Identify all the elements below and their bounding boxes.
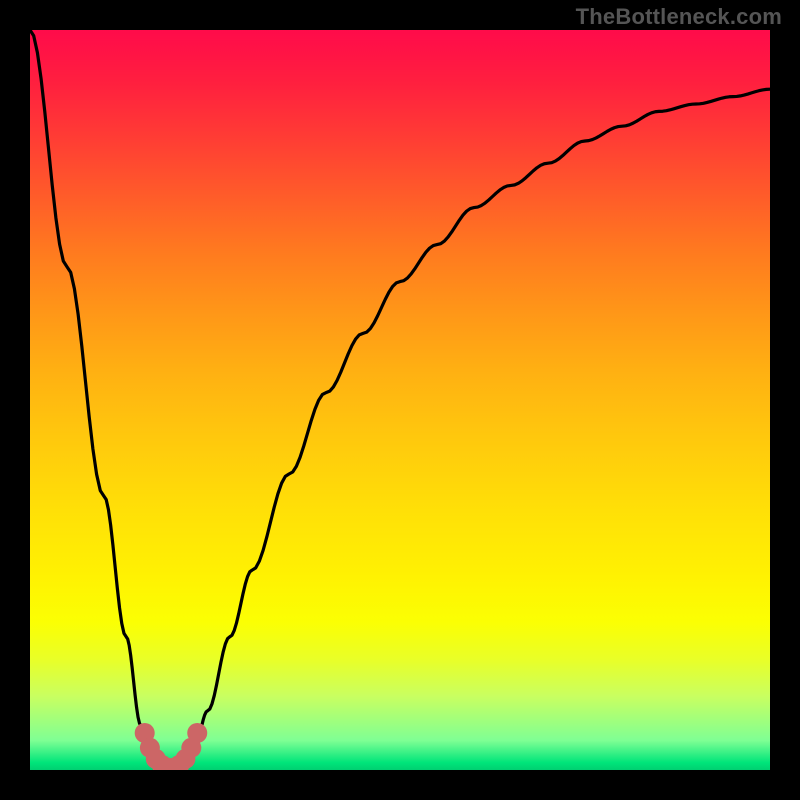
curve-layer bbox=[30, 30, 770, 770]
plot-area bbox=[30, 30, 770, 770]
marker-dot bbox=[187, 723, 207, 743]
bottleneck-curve bbox=[30, 30, 770, 770]
watermark-text: TheBottleneck.com bbox=[576, 4, 782, 30]
chart-frame: TheBottleneck.com bbox=[0, 0, 800, 800]
marker-band bbox=[135, 723, 208, 770]
